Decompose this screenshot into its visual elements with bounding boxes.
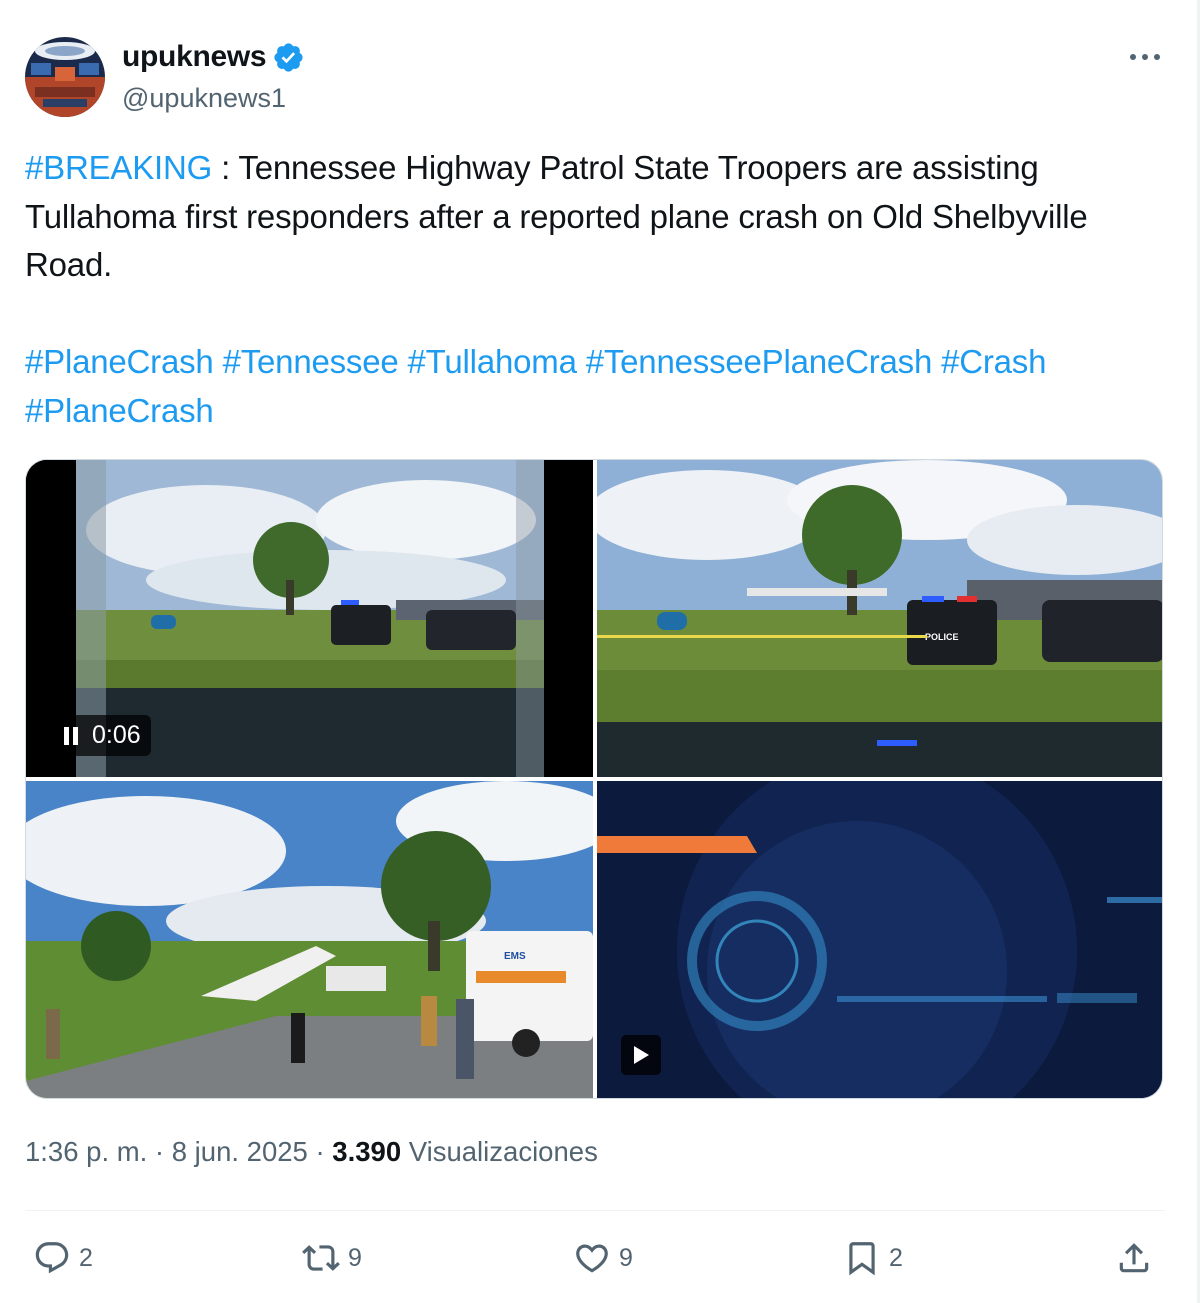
media-grid: 0:06 POLICE EMS	[25, 459, 1163, 1099]
display-name[interactable]: upuknews	[122, 40, 267, 74]
pause-icon[interactable]	[64, 726, 78, 745]
bookmark-icon	[849, 1242, 875, 1276]
like-button[interactable]: 9	[573, 1234, 633, 1282]
like-count: 9	[619, 1243, 633, 1272]
ems-label: EMS	[504, 951, 526, 962]
hashtag[interactable]: #Tennessee	[223, 343, 399, 380]
view-count: 3.390	[332, 1136, 402, 1167]
police-label: POLICE	[925, 632, 959, 642]
share-button[interactable]	[1115, 1234, 1153, 1282]
avatar[interactable]	[25, 37, 105, 117]
action-bar: 2 9 9 2	[25, 1234, 1165, 1284]
hashtag[interactable]: #TennesseePlaneCrash	[586, 343, 933, 380]
tweet-meta: 1:36 p. m. · 8 jun. 2025 · 3.390 Visuali…	[25, 1136, 598, 1168]
video-thumbnail-news-intro[interactable]	[597, 781, 1162, 1098]
hashtag[interactable]: #Tullahoma	[408, 343, 577, 380]
tweet-text: #BREAKING : Tennessee Highway Patrol Sta…	[25, 144, 1165, 435]
hashtag[interactable]: #Crash	[941, 343, 1046, 380]
retweet-button[interactable]: 9	[302, 1234, 362, 1282]
hashtag[interactable]: #PlaneCrash	[25, 392, 214, 429]
photo-plane-wreck[interactable]: EMS	[26, 781, 593, 1098]
tweet-time[interactable]: 1:36 p. m.	[25, 1136, 147, 1167]
hashtag-list: #PlaneCrash #Tennessee #Tullahoma #Tenne…	[25, 338, 1165, 435]
share-icon	[1119, 1243, 1149, 1273]
photo-image: POLICE	[597, 460, 1162, 777]
bookmark-button[interactable]: 2	[843, 1234, 903, 1282]
reply-count: 2	[79, 1243, 93, 1272]
video-timer[interactable]: 0:06	[52, 715, 151, 756]
retweet-icon	[302, 1245, 340, 1271]
divider	[25, 1210, 1165, 1211]
separator: ·	[147, 1136, 172, 1167]
user-handle[interactable]: @upuknews1	[122, 83, 305, 114]
more-horizontal-icon[interactable]	[1125, 45, 1165, 69]
tweet-date[interactable]: 8 jun. 2025	[172, 1136, 308, 1167]
views-label: Visualizaciones	[401, 1136, 598, 1167]
video-time: 0:06	[92, 721, 141, 749]
retweet-count: 9	[348, 1243, 362, 1272]
photo-image: EMS	[26, 781, 593, 1098]
video-thumbnail[interactable]: 0:06	[26, 460, 593, 777]
verified-badge-icon	[274, 42, 303, 72]
hashtag-breaking[interactable]: #BREAKING	[25, 149, 212, 186]
reply-icon	[35, 1242, 69, 1274]
separator: ·	[307, 1136, 333, 1167]
video-frame-image	[597, 781, 1162, 1098]
play-icon[interactable]	[621, 1035, 661, 1075]
reply-button[interactable]: 2	[33, 1234, 93, 1282]
photo-police-cars[interactable]: POLICE	[597, 460, 1162, 777]
tweet-header: upuknews @upuknews1	[25, 37, 1165, 119]
heart-icon	[576, 1244, 608, 1273]
hashtag[interactable]: #PlaneCrash	[25, 343, 214, 380]
bookmark-count: 2	[889, 1243, 903, 1272]
